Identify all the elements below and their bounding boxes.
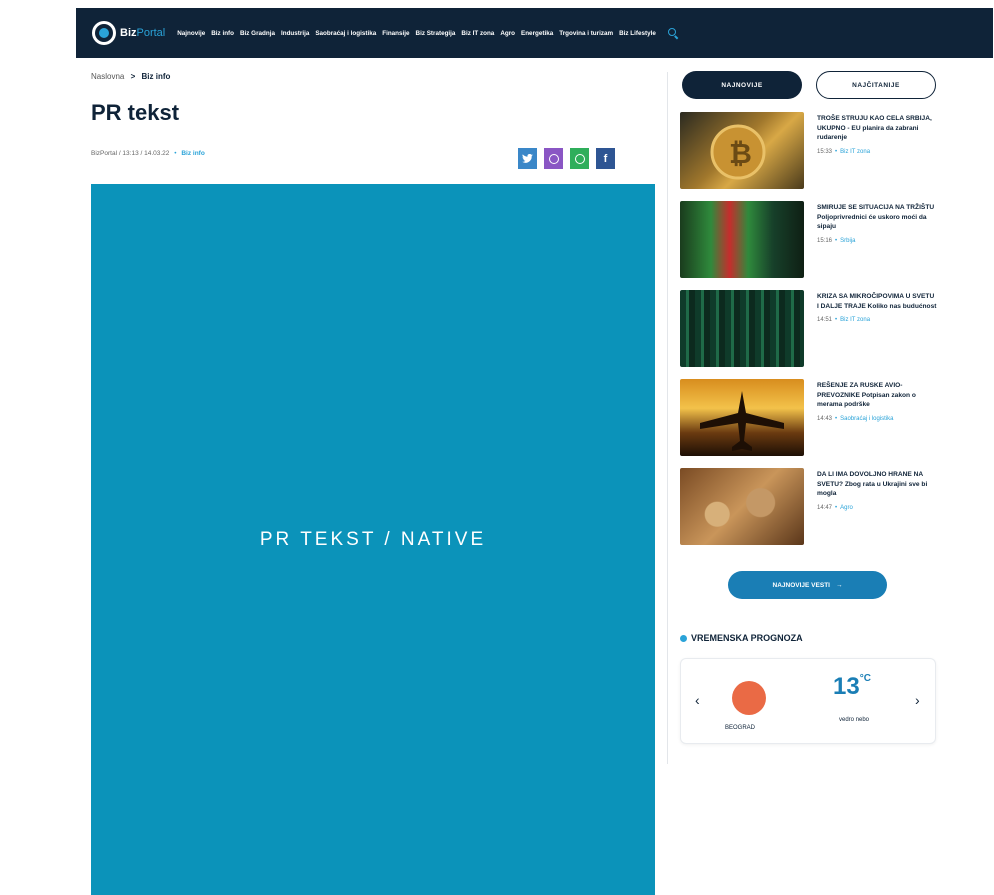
news-category[interactable]: Biz IT zona [840, 149, 870, 155]
chevron-right-icon[interactable]: › [915, 692, 920, 708]
news-category[interactable]: Srbija [840, 238, 855, 244]
viber-icon [548, 153, 559, 164]
news-category[interactable]: Agro [840, 505, 853, 511]
airplane-icon [700, 391, 784, 451]
article-category-link[interactable]: Biz info [181, 150, 204, 157]
weather-widget: ‹ BEOGRAD 13°C vedro nebo › [680, 658, 936, 744]
breadcrumb-home[interactable]: Naslovna [91, 72, 124, 81]
breadcrumb: Naslovna > Biz info [91, 72, 170, 81]
latest-news-label: NAJNOVIJE VESTI [772, 581, 830, 589]
sun-icon [732, 681, 766, 715]
news-time: 14:47 [817, 504, 833, 511]
news-item[interactable]: DA LI IMA DOVOLJNO HRANE NA SVETU? Zbog … [680, 468, 936, 557]
latest-news-button[interactable]: NAJNOVIJE VESTI → [728, 571, 887, 599]
sidebar-tabs: NAJNOVIJE NAJČITANIJE [682, 71, 936, 99]
weather-heading: VREMENSKA PROGNOZA [680, 633, 803, 643]
search-icon[interactable] [667, 28, 678, 38]
breadcrumb-separator: > [130, 72, 136, 81]
nav-item-agro[interactable]: Agro [500, 30, 515, 37]
viber-share-button[interactable] [544, 148, 563, 169]
news-category[interactable]: Biz IT zona [840, 317, 870, 323]
logo-text-biz: Biz [120, 27, 137, 39]
whatsapp-share-button[interactable] [570, 148, 589, 169]
pr-banner-label: PR TEKST / NATIVE [259, 528, 487, 550]
share-buttons: f [518, 148, 615, 169]
news-category[interactable]: Saobraćaj i logistika [840, 416, 893, 422]
weather-heading-label: VREMENSKA PROGNOZA [691, 633, 803, 643]
temperature-value: 13 [833, 673, 860, 700]
meta-dot: • [174, 150, 177, 157]
news-thumbnail-bitcoin[interactable]: ₿ [680, 112, 804, 189]
nav-item-biz-strategija[interactable]: Biz Strategija [416, 30, 456, 37]
news-thumbnail-circuit-board[interactable] [680, 290, 804, 367]
tab-najnovije[interactable]: NAJNOVIJE [682, 71, 802, 99]
weather-city: BEOGRAD [725, 725, 756, 731]
news-title[interactable]: REŠENJE ZA RUSKE AVIO-PREVOZNIKE Potpisa… [817, 381, 937, 410]
nav-item-biz-info[interactable]: Biz info [211, 30, 234, 37]
news-time: 15:16 [817, 237, 833, 244]
top-navbar: Biz Portal Najnovije Biz info Biz Gradnj… [76, 8, 993, 58]
breadcrumb-current[interactable]: Biz info [142, 72, 171, 81]
nav-item-najnovije[interactable]: Najnovije [177, 30, 205, 37]
weather-condition: vedro nebo [839, 717, 870, 723]
facebook-icon: f [603, 152, 608, 165]
logo-mark-icon [92, 21, 116, 45]
news-item[interactable]: ₿ TROŠE STRUJU KAO CELA SRBIJA, UKUPNO -… [680, 112, 936, 201]
news-item[interactable]: SMIRUJE SE SITUACIJA NA TRŽIŠTU Poljopri… [680, 201, 936, 290]
pr-native-banner[interactable]: PR TEKST / NATIVE [91, 184, 655, 895]
nav-item-finansije[interactable]: Finansije [382, 30, 409, 37]
svg-text:₿: ₿ [729, 137, 752, 170]
bitcoin-coin-icon: ₿ [710, 124, 766, 180]
news-thumbnail-bread[interactable] [680, 468, 804, 545]
arrow-right-icon: → [835, 581, 843, 589]
nav-item-energetika[interactable]: Energetika [521, 30, 553, 37]
facebook-share-button[interactable]: f [596, 148, 615, 169]
news-title[interactable]: DA LI IMA DOVOLJNO HRANE NA SVETU? Zbog … [817, 470, 937, 499]
news-thumbnail-airplane[interactable] [680, 379, 804, 456]
sidebar-news-list: ₿ TROŠE STRUJU KAO CELA SRBIJA, UKUPNO -… [680, 112, 936, 557]
nav-item-biz-it-zona[interactable]: Biz IT zona [461, 30, 494, 37]
logo-text-portal: Portal [136, 27, 166, 39]
nav-item-trgovina[interactable]: Trgovina i turizam [559, 30, 613, 37]
news-item[interactable]: REŠENJE ZA RUSKE AVIO-PREVOZNIKE Potpisa… [680, 379, 936, 468]
bullet-dot-icon [680, 634, 687, 642]
whatsapp-icon [574, 153, 585, 164]
news-thumbnail-fuel-pumps[interactable] [680, 201, 804, 278]
tab-najcitanije[interactable]: NAJČITANIJE [816, 71, 936, 99]
twitter-share-button[interactable] [518, 148, 537, 169]
news-title[interactable]: KRIZA SA MIKROČIPOVIMA U SVETU I DALJE T… [817, 292, 937, 311]
article-meta: BizPortal / 13:13 / 14.03.22 • Biz info [91, 150, 205, 157]
news-time: 14:43 [817, 415, 833, 422]
nav-item-saobracaj[interactable]: Saobraćaj i logistika [315, 30, 376, 37]
sidebar-divider [667, 72, 668, 764]
page-title: PR tekst [91, 100, 180, 125]
article-source-date: BizPortal / 13:13 / 14.03.22 [91, 150, 170, 157]
chevron-left-icon[interactable]: ‹ [695, 692, 700, 708]
nav-item-biz-gradnja[interactable]: Biz Gradnja [240, 30, 275, 37]
main-nav: Najnovije Biz info Biz Gradnja Industrij… [177, 30, 656, 37]
weather-temperature: 13°C [833, 673, 871, 701]
bizportal-logo[interactable]: Biz Portal [92, 21, 165, 45]
news-title[interactable]: TROŠE STRUJU KAO CELA SRBIJA, UKUPNO - E… [817, 114, 937, 143]
nav-item-biz-lifestyle[interactable]: Biz Lifestyle [619, 30, 656, 37]
news-title[interactable]: SMIRUJE SE SITUACIJA NA TRŽIŠTU Poljopri… [817, 203, 937, 232]
twitter-icon [522, 154, 533, 163]
temperature-unit: °C [859, 673, 871, 684]
nav-item-industrija[interactable]: Industrija [281, 30, 309, 37]
news-time: 14:51 [817, 317, 833, 323]
news-item[interactable]: KRIZA SA MIKROČIPOVIMA U SVETU I DALJE T… [680, 290, 936, 379]
news-time: 15:33 [817, 148, 833, 155]
